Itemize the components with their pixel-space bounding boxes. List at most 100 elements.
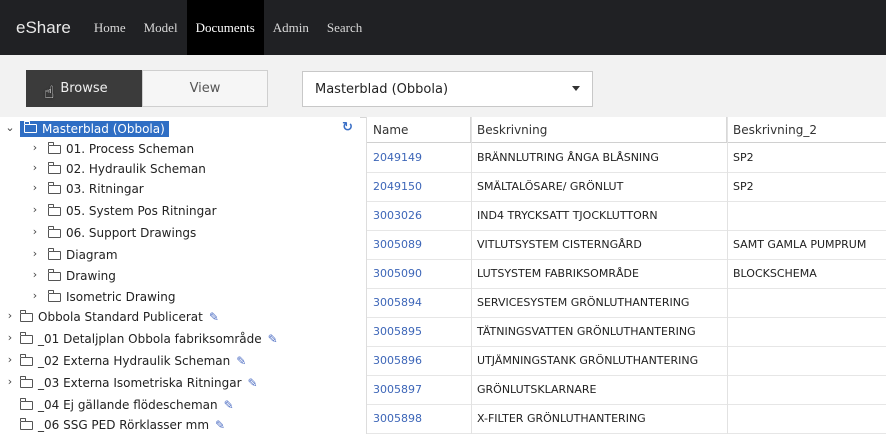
hand-cursor-icon: ☝ [44, 83, 55, 103]
folder-icon [47, 289, 61, 302]
column-header-beskrivning[interactable]: Beskrivning [471, 117, 727, 142]
chevron-right-icon[interactable]: › [27, 289, 43, 302]
chevron-right-icon[interactable]: › [2, 309, 18, 322]
cell-description: SERVICESYSTEM GRÖNLUTHANTERING [477, 296, 690, 309]
cell-description-2: SP2 [733, 151, 754, 164]
chevron-right-icon[interactable]: › [27, 161, 43, 174]
cell-description: VITLUTSYSTEM CISTERNGÅRD [477, 238, 642, 251]
table-row[interactable]: 3005897 GRÖNLUTSKLARNARE [367, 375, 886, 405]
model-select[interactable]: Masterblad (Obbola) [302, 71, 593, 107]
pencil-icon[interactable]: ✎ [268, 332, 278, 346]
cell-description-2 [727, 288, 886, 317]
cell-name[interactable]: 3003026 [367, 201, 471, 230]
folder-icon [47, 161, 61, 174]
pencil-icon[interactable]: ✎ [236, 354, 246, 368]
table-row[interactable]: 3003026 IND4 TRYCKSATT TJOCKLUTTORN [367, 201, 886, 231]
view-button[interactable]: View [142, 70, 268, 107]
table-row[interactable]: 2049149 BRÄNNLUTRING ÅNGA BLÅSNING SP2 [367, 143, 886, 173]
cell-name[interactable]: 3005089 [367, 230, 471, 259]
cell-description: IND4 TRYCKSATT TJOCKLUTTORN [477, 209, 658, 222]
cell-description-2 [727, 375, 886, 404]
table-header: Name Beskrivning Beskrivning_2 [367, 117, 886, 143]
chevron-right-icon[interactable]: › [27, 225, 43, 238]
tree-root-selected[interactable]: Masterblad (Obbola) [20, 121, 169, 137]
nav-search[interactable]: Search [318, 0, 371, 55]
tree-item-label: _04 Ej gällande flödescheman [38, 398, 218, 412]
tree-item-label: Drawing [66, 269, 116, 283]
cell-name[interactable]: 2049149 [367, 143, 471, 172]
column-divider [727, 117, 728, 434]
brand-logo[interactable]: eShare [16, 18, 71, 38]
table-row[interactable]: 3005089 VITLUTSYSTEM CISTERNGÅRD SAMT GA… [367, 230, 886, 260]
pencil-icon[interactable]: ✎ [224, 398, 234, 412]
tree-item[interactable]: _04 Ej gällande flödescheman ✎ [19, 395, 234, 415]
tree-item[interactable]: 02. Hydraulik Scheman [47, 159, 206, 179]
chevron-right-icon[interactable]: › [27, 247, 43, 260]
folder-icon [19, 331, 33, 344]
table-row[interactable]: 3005898 X-FILTER GRÖNLUTHANTERING [367, 404, 886, 434]
tree-item-label: _02 Externa Hydraulik Scheman [38, 354, 231, 368]
cell-name[interactable]: 3005894 [367, 288, 471, 317]
tree-item[interactable]: Obbola Standard Publicerat ✎ [19, 307, 219, 327]
cell-name[interactable]: 3005896 [367, 346, 471, 375]
pencil-icon[interactable]: ✎ [209, 310, 219, 324]
pencil-icon[interactable]: ✎ [248, 376, 258, 390]
chevron-right-icon[interactable]: › [27, 181, 43, 194]
tree-item[interactable]: 06. Support Drawings [47, 223, 196, 243]
chevron-right-icon[interactable]: › [2, 331, 18, 344]
cell-description-2: SP2 [733, 180, 754, 193]
cell-name[interactable]: 3005895 [367, 317, 471, 346]
tree-item[interactable]: 05. System Pos Ritningar [47, 201, 217, 221]
tree-item-label: _01 Detaljplan Obbola fabriksområde [38, 332, 262, 346]
cell-description: X-FILTER GRÖNLUTHANTERING [477, 412, 646, 425]
table-row[interactable]: 2049150 SMÄLTALÖSARE/ GRÖNLUT SP2 [367, 172, 886, 202]
tree-item-label: 02. Hydraulik Scheman [66, 162, 206, 176]
folder-icon [19, 353, 33, 366]
tree-item[interactable]: Diagram [47, 245, 118, 265]
cell-name[interactable]: 2049150 [367, 172, 471, 201]
folder-icon [23, 121, 37, 133]
pencil-icon[interactable]: ✎ [215, 418, 225, 432]
nav-model[interactable]: Model [135, 0, 187, 55]
nav-documents[interactable]: Documents [186, 0, 264, 55]
cell-name[interactable]: 3005090 [367, 259, 471, 288]
cell-name[interactable]: 3005897 [367, 375, 471, 404]
folder-icon [47, 141, 61, 154]
table-row[interactable]: 3005894 SERVICESYSTEM GRÖNLUTHANTERING [367, 288, 886, 318]
tree-item-label: 05. System Pos Ritningar [66, 204, 217, 218]
nav-admin[interactable]: Admin [264, 0, 318, 55]
table-row[interactable]: 3005895 TÄTNINGSVATTEN GRÖNLUTHANTERING [367, 317, 886, 347]
tree-item[interactable]: 03. Ritningar [47, 179, 144, 199]
table-row[interactable]: 3005090 LUTSYSTEM FABRIKSOMRÅDE BLOCKSCH… [367, 259, 886, 289]
tree-root-label: Masterblad (Obbola) [42, 122, 165, 136]
folder-icon [47, 268, 61, 281]
column-header-name[interactable]: Name [367, 117, 471, 142]
cell-description-2: BLOCKSCHEMA [733, 267, 817, 280]
top-navbar: eShare Home Model Documents Admin Search [0, 0, 886, 55]
tree-item[interactable]: 01. Process Scheman [47, 139, 194, 159]
table-row[interactable]: 3005896 UTJÄMNINGSTANK GRÖNLUTHANTERING [367, 346, 886, 376]
nav-home[interactable]: Home [85, 0, 135, 55]
folder-icon [47, 225, 61, 238]
tree-item-label: _06 SSG PED Rörklasser mm [38, 418, 210, 432]
tree-item[interactable]: Drawing [47, 266, 116, 286]
refresh-icon[interactable]: ↻ [342, 120, 353, 135]
chevron-right-icon[interactable]: › [2, 353, 18, 366]
tree-item[interactable]: _03 Externa Isometriska Ritningar ✎ [19, 373, 258, 393]
column-header-beskrivning-2[interactable]: Beskrivning_2 [727, 117, 886, 142]
chevron-right-icon[interactable]: › [27, 203, 43, 216]
folder-icon [47, 181, 61, 194]
cell-name[interactable]: 3005898 [367, 404, 471, 433]
tree-root[interactable]: Masterblad (Obbola) [20, 119, 169, 139]
chevron-right-icon[interactable]: › [2, 375, 18, 388]
tree-item[interactable]: _02 Externa Hydraulik Scheman ✎ [19, 351, 246, 371]
chevron-right-icon[interactable]: › [27, 141, 43, 154]
tree-item[interactable]: Isometric Drawing [47, 287, 176, 307]
tree-item[interactable]: _06 SSG PED Rörklasser mm ✎ [19, 415, 225, 434]
chevron-right-icon[interactable]: › [27, 268, 43, 281]
tree-item-label: Obbola Standard Publicerat [38, 310, 203, 324]
tree-item[interactable]: _01 Detaljplan Obbola fabriksområde ✎ [19, 329, 278, 349]
chevron-down-icon[interactable]: ⌄ [2, 121, 18, 134]
cell-description: UTJÄMNINGSTANK GRÖNLUTHANTERING [477, 354, 699, 367]
cell-description-2 [727, 317, 886, 346]
